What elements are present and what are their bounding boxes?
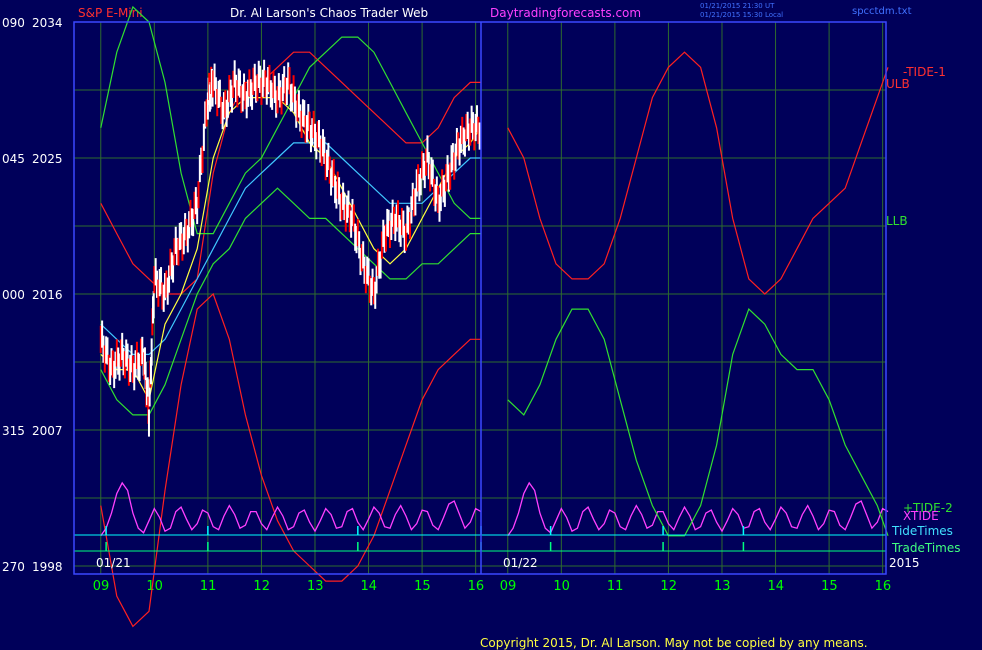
site-label: Daytradingforecasts.com [490,6,641,20]
series-line [100,96,482,402]
series-line [100,292,481,628]
year-label: 2015 [889,556,920,570]
hour-tick-label: 11 [607,579,624,594]
hour-tick-label: 15 [414,579,431,594]
timestamp-ut: 01/21/2015 21:30 UT [700,2,775,10]
hour-tick-label: 09 [500,579,517,594]
label-ulb: ULB [886,77,910,91]
hour-tick-label: 16 [468,579,485,594]
hour-tick-label: 09 [93,579,110,594]
hour-tick-label: 13 [714,579,731,594]
hour-tick-label: 14 [361,579,378,594]
label-xtide: XTIDE [903,509,939,523]
hour-tick-label: 16 [875,579,892,594]
angle-tick-label: 000 [2,288,25,302]
chaos-chart: S&P E-Mini Dr. Al Larson's Chaos Trader … [2,2,960,650]
date-label-1: 01/21 [96,556,131,570]
x-axis-labels: 09 10 11 12 13 14 15 16 09 10 11 12 13 14 15 16 [93,579,891,594]
hour-tick-label: 12 [660,579,677,594]
hour-tick-label: 12 [253,579,270,594]
hour-tick-label: 11 [200,579,217,594]
hour-tick-label: 10 [146,579,163,594]
price-tick-label: 2016 [32,288,63,302]
series-line [507,481,889,537]
angle-tick-label: 315 [2,424,25,438]
label-tide-times: TideTimes [891,524,953,538]
angle-tick-label: 045 [2,152,25,166]
series-line [507,308,889,537]
series-line [100,5,481,235]
price-tick-label: 1998 [32,560,63,574]
series-line [100,481,482,537]
price-tick-label: 2034 [32,16,63,30]
hour-tick-label: 14 [768,579,785,594]
label-llb: LLB [886,214,908,228]
label-trade-times: TradeTimes [891,541,960,555]
hour-tick-label: 15 [821,579,838,594]
date-label-2: 01/22 [503,556,538,570]
chart-title: Dr. Al Larson's Chaos Trader Web [230,6,428,20]
hour-tick-label: 10 [553,579,570,594]
series-line [507,51,889,295]
angle-tick-label: 090 [2,16,25,30]
file-label: spcctdm.txt [852,6,912,17]
time-lines [74,526,886,552]
timestamp-local: 01/21/2015 15:30 Local [700,11,783,19]
y-axis-labels: 270 1998 315 2007 000 2016 045 2025 090 2034 [2,16,63,574]
copyright: Copyright 2015, Dr. Al Larson. May not b… [480,636,868,650]
hour-tick-label: 13 [307,579,324,594]
angle-tick-label: 270 [2,560,25,574]
price-candles [99,59,481,437]
price-tick-label: 2025 [32,152,63,166]
price-tick-label: 2007 [32,424,63,438]
